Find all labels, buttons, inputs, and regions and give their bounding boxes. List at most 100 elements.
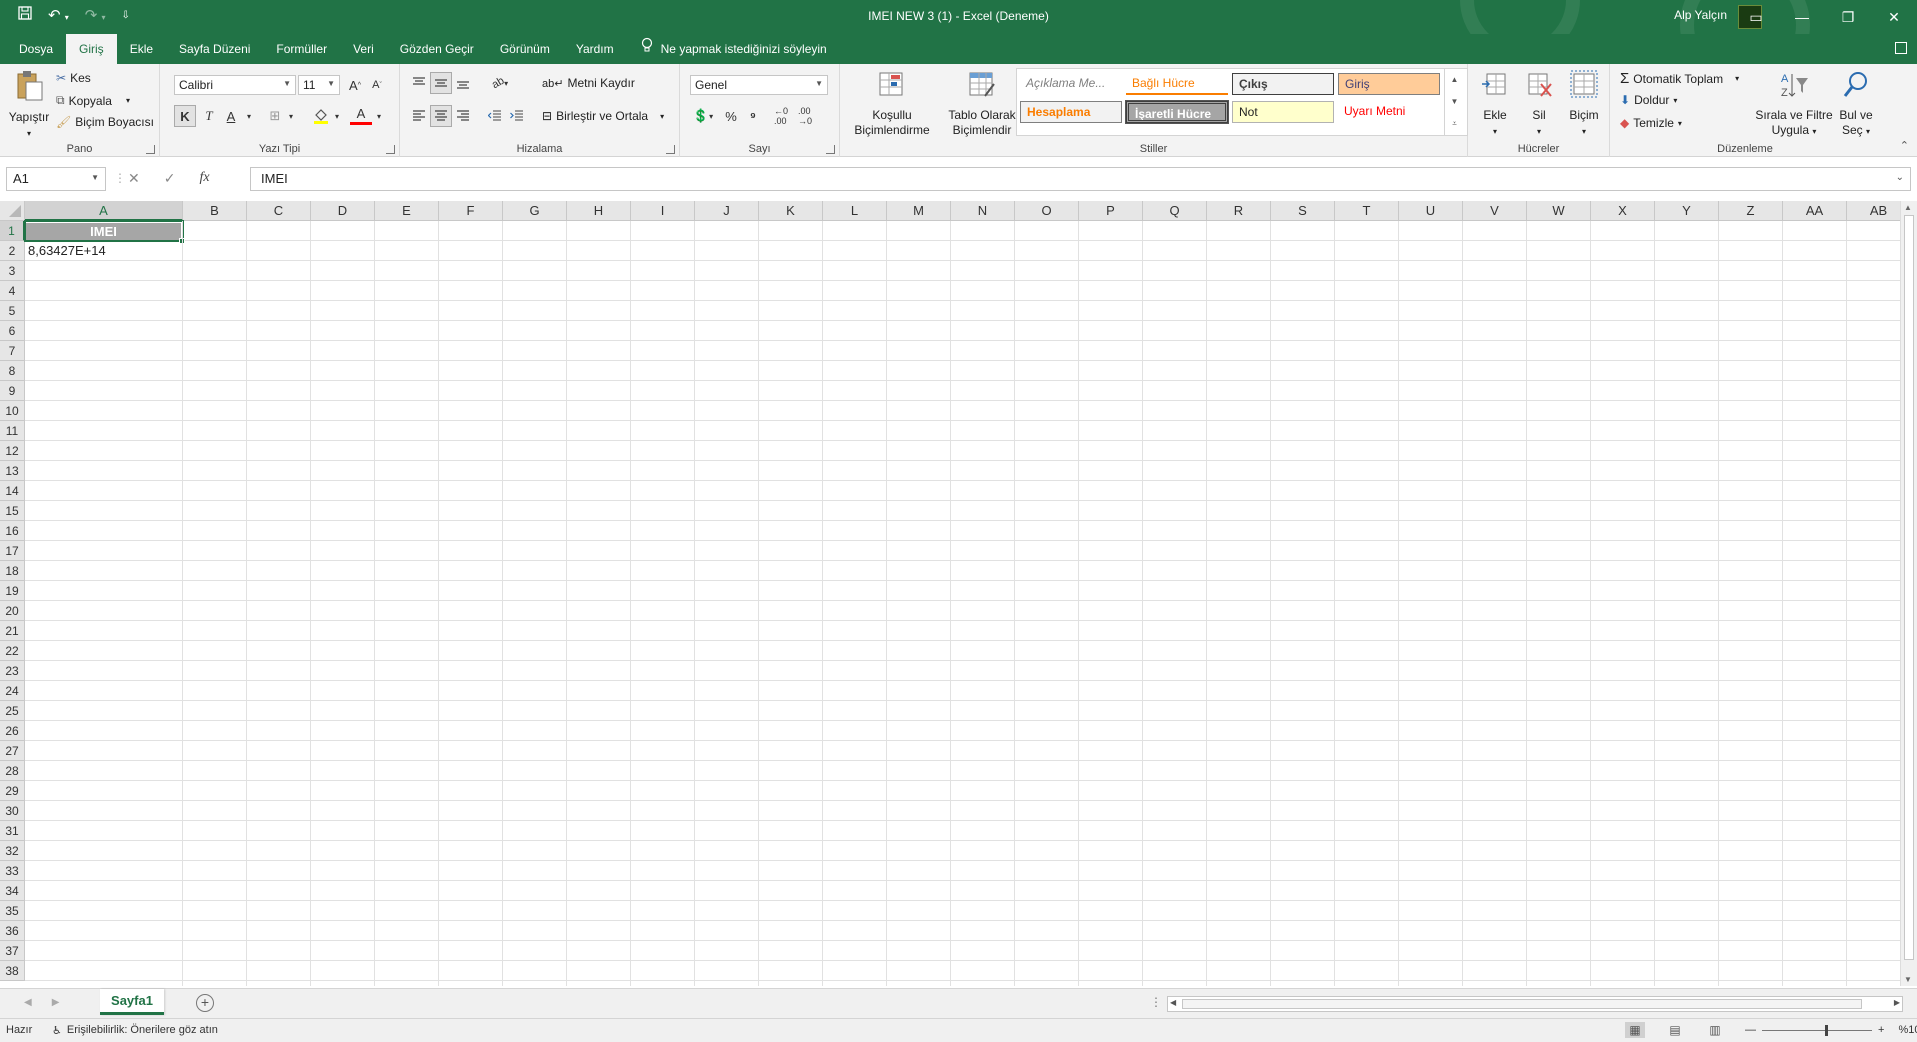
cell-a2[interactable]: 8,63427E+14	[28, 241, 106, 261]
worksheet-grid[interactable]: A B C D E F G H I J K L M N O P Q R S T U V W X Y Z AA AB 123456789…	[0, 201, 1900, 986]
style-output[interactable]: Çıkış	[1232, 73, 1334, 95]
next-sheet-icon[interactable]: ▶	[52, 997, 60, 1008]
column-header-d[interactable]: D	[311, 201, 375, 221]
enter-icon[interactable]: ✓	[164, 170, 176, 187]
format-as-table-button[interactable]: Tablo Olarak Biçimlendir	[936, 70, 1028, 138]
find-select-button[interactable]: Bul ve Seç ▾	[1836, 70, 1876, 139]
column-header-ab[interactable]: AB	[1847, 201, 1900, 221]
sheet-tab-sayfa1[interactable]: Sayfa1	[100, 989, 164, 1015]
scroll-right-icon[interactable]: ▶	[1894, 998, 1900, 1007]
close-icon[interactable]: ✕	[1871, 0, 1917, 34]
column-header-j[interactable]: J	[695, 201, 759, 221]
style-explanatory[interactable]: Açıklama Me...	[1020, 73, 1122, 95]
alignment-launcher-icon[interactable]	[666, 145, 675, 154]
tab-data[interactable]: Veri	[340, 34, 387, 64]
normal-view-icon[interactable]: ▦	[1625, 1022, 1645, 1038]
row-header-28[interactable]: 28	[0, 761, 25, 781]
column-header-aa[interactable]: AA	[1783, 201, 1847, 221]
align-center-icon[interactable]	[430, 105, 452, 127]
row-header-18[interactable]: 18	[0, 561, 25, 581]
style-linked-cell[interactable]: Bağlı Hücre	[1126, 73, 1228, 95]
column-header-k[interactable]: K	[759, 201, 823, 221]
add-sheet-icon[interactable]: +	[196, 994, 214, 1012]
number-format-select[interactable]: Genel ▼	[690, 75, 828, 95]
bold-button[interactable]: K	[174, 105, 196, 127]
zoom-out-icon[interactable]: —	[1745, 1024, 1756, 1036]
formula-input[interactable]: IMEI ⌄	[250, 167, 1911, 191]
column-header-o[interactable]: O	[1015, 201, 1079, 221]
increase-indent-icon[interactable]	[506, 105, 528, 127]
column-header-s[interactable]: S	[1271, 201, 1335, 221]
chevron-down-icon[interactable]: ▾	[368, 105, 390, 127]
row-header-29[interactable]: 29	[0, 781, 25, 801]
comma-style-button[interactable]: ⁹	[742, 105, 764, 127]
row-header-36[interactable]: 36	[0, 921, 25, 941]
row-header-34[interactable]: 34	[0, 881, 25, 901]
restore-icon[interactable]: ❐	[1825, 0, 1871, 34]
italic-button[interactable]: T	[198, 105, 220, 127]
row-header-5[interactable]: 5	[0, 301, 25, 321]
select-all-corner[interactable]	[0, 201, 25, 221]
row-header-32[interactable]: 32	[0, 841, 25, 861]
currency-icon[interactable]: 💲 ▾	[688, 105, 718, 127]
row-header-14[interactable]: 14	[0, 481, 25, 501]
insert-cells-button[interactable]: Ekle ▾	[1474, 70, 1516, 139]
font-size-select[interactable]: 11 ▼	[298, 75, 340, 95]
column-header-c[interactable]: C	[247, 201, 311, 221]
insert-function-icon[interactable]: fx	[199, 170, 209, 187]
align-bottom-icon[interactable]	[452, 72, 474, 94]
column-header-e[interactable]: E	[375, 201, 439, 221]
align-right-icon[interactable]	[452, 105, 474, 127]
row-header-33[interactable]: 33	[0, 861, 25, 881]
column-header-v[interactable]: V	[1463, 201, 1527, 221]
row-header-37[interactable]: 37	[0, 941, 25, 961]
delete-cells-button[interactable]: Sil ▾	[1518, 70, 1560, 139]
row-header-20[interactable]: 20	[0, 601, 25, 621]
chevron-down-icon[interactable]: ⌄	[1896, 172, 1904, 183]
clear-button[interactable]: ◆ Temizle ▾	[1620, 116, 1682, 130]
cells-area[interactable]	[25, 221, 1900, 986]
row-header-1[interactable]: 1	[0, 221, 25, 241]
column-header-n[interactable]: N	[951, 201, 1015, 221]
row-header-4[interactable]: 4	[0, 281, 25, 301]
font-launcher-icon[interactable]	[386, 145, 395, 154]
tab-home[interactable]: Giriş	[66, 34, 117, 64]
column-header-i[interactable]: I	[631, 201, 695, 221]
row-header-3[interactable]: 3	[0, 261, 25, 281]
row-header-27[interactable]: 27	[0, 741, 25, 761]
fill-button[interactable]: ⬇ Doldur ▾	[1620, 93, 1677, 107]
tab-page-layout[interactable]: Sayfa Düzeni	[166, 34, 263, 64]
scroll-thumb[interactable]	[1904, 215, 1914, 960]
column-header-r[interactable]: R	[1207, 201, 1271, 221]
zoom-in-icon[interactable]: +	[1878, 1024, 1884, 1036]
column-header-h[interactable]: H	[567, 201, 631, 221]
user-name[interactable]: Alp Yalçın	[1674, 8, 1727, 22]
wrap-text-button[interactable]: ab↵ Metni Kaydır	[542, 76, 635, 90]
number-launcher-icon[interactable]	[826, 145, 835, 154]
format-painter-button[interactable]: 🖌 Biçim Boyacısı	[56, 115, 154, 129]
merge-center-button[interactable]: ⊟ Birleştir ve Ortala ▾	[542, 109, 664, 123]
orientation-icon[interactable]: ab ▾	[484, 72, 516, 94]
column-header-t[interactable]: T	[1335, 201, 1399, 221]
tab-review[interactable]: Gözden Geçir	[387, 34, 487, 64]
column-header-x[interactable]: X	[1591, 201, 1655, 221]
scroll-down-icon[interactable]: ▼	[1904, 975, 1912, 984]
ribbon-collapse-icon[interactable]	[1895, 42, 1907, 54]
row-header-24[interactable]: 24	[0, 681, 25, 701]
tab-help[interactable]: Yardım	[563, 34, 627, 64]
chevron-down-icon[interactable]: ▾	[280, 105, 302, 127]
column-header-y[interactable]: Y	[1655, 201, 1719, 221]
row-header-35[interactable]: 35	[0, 901, 25, 921]
column-header-w[interactable]: W	[1527, 201, 1591, 221]
row-header-10[interactable]: 10	[0, 401, 25, 421]
row-header-16[interactable]: 16	[0, 521, 25, 541]
prev-sheet-icon[interactable]: ◀	[24, 997, 32, 1008]
autosum-button[interactable]: Σ Otomatik Toplam ▾	[1620, 70, 1739, 87]
zoom-slider[interactable]	[1762, 1024, 1872, 1036]
cut-button[interactable]: ✂ Kes	[56, 71, 91, 85]
column-header-p[interactable]: P	[1079, 201, 1143, 221]
row-header-2[interactable]: 2	[0, 241, 25, 261]
percent-button[interactable]: %	[720, 105, 742, 127]
style-calculation[interactable]: Hesaplama	[1020, 101, 1122, 123]
style-input[interactable]: Giriş	[1338, 73, 1440, 95]
